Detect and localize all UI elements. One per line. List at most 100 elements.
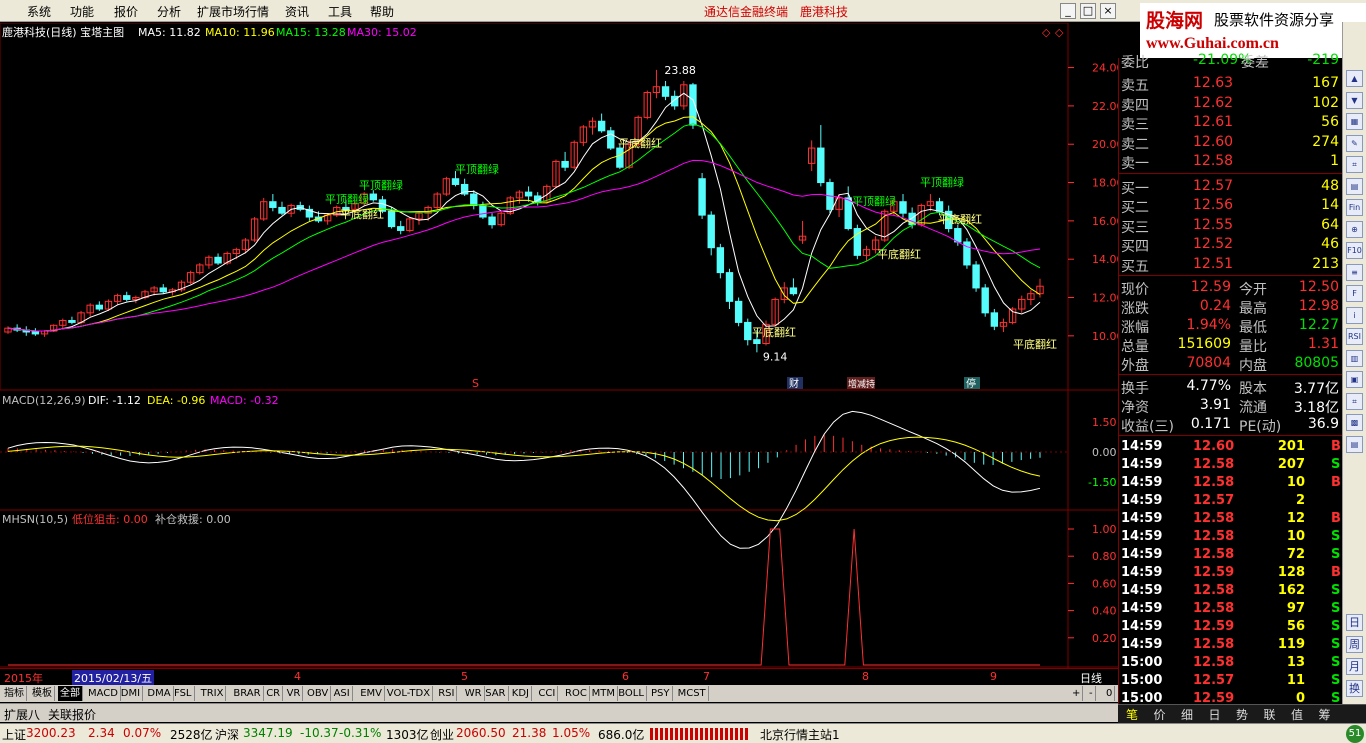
news-icon[interactable]: ≡ [1346,263,1363,281]
indicator-tab[interactable]: VOL-TDX [385,686,434,701]
report-icon[interactable]: ▣ [1346,371,1363,388]
indicator-tab[interactable]: MTM [590,686,618,701]
mhsn-fill: 补仓救援: 0.00 [155,512,231,526]
indicator-tab[interactable]: ASI [332,686,353,701]
maximize-button[interactable]: □ [1080,3,1096,19]
diamond-icon[interactable]: ◇ [1042,26,1051,39]
server-name[interactable]: 北京行情主站1 [760,726,840,743]
indicator-tab[interactable]: BOLL [616,686,647,701]
menu-analysis[interactable]: 分析 [157,3,181,20]
quote-tab[interactable]: 值 [1291,706,1303,723]
quote-tab[interactable]: 细 [1181,706,1193,723]
indicator-tab[interactable]: DMA [145,686,174,701]
quote-tab[interactable]: 筹 [1319,706,1331,723]
indicator-tab[interactable]: MACD [86,686,121,701]
indicator-tab[interactable]: 模板 [30,686,55,701]
macd-ytick: -1.50 [1088,476,1116,489]
indicator-tab[interactable]: MCST [676,686,709,701]
indicator-tab[interactable]: DMI [119,686,144,701]
period-side-button[interactable]: 换 [1346,680,1363,697]
indicator-tab[interactable]: FSL [172,686,195,701]
tick-price: 12.59 [1193,619,1235,634]
connection-badge[interactable]: 51 [1346,725,1364,743]
tab-control-button[interactable]: + [1070,686,1084,701]
period-side-button[interactable]: 月 [1346,658,1363,675]
i-icon[interactable]: i [1346,306,1363,324]
tick-row: 14:59 12.58 119 S [1119,636,1343,654]
pen-icon[interactable]: ✎ [1346,134,1363,152]
chart-icon[interactable]: ⌗ [1346,156,1363,173]
menu-news[interactable]: 资讯 [285,3,309,20]
fin-icon[interactable]: Fin [1346,199,1363,216]
settings-icon[interactable]: ◇ [1055,26,1064,39]
indicator-tab[interactable]: WR [463,686,485,701]
tick-side: S [1331,655,1341,670]
list-icon[interactable]: ▤ [1346,177,1363,195]
quote-tab[interactable]: 联 [1264,706,1276,723]
indicator-tab[interactable]: ROC [563,686,590,701]
macd-icon[interactable]: ▩ [1346,414,1363,431]
marker-finance[interactable]: 财 [789,377,799,390]
tab-control-button[interactable]: 0 [1104,686,1116,701]
candle-body [269,201,277,208]
ytick-label: 16.00 [1092,215,1118,228]
tick-volume: 201 [1277,439,1305,454]
ytick-label: 24.00 [1092,62,1118,75]
indicator-tab[interactable]: CCI [536,686,559,701]
kline-chart-area[interactable]: 鹿港科技(日线) 宝塔主图 MA5: 11.82 MA10: 11.96 MA1… [0,23,1118,668]
indicator-tab[interactable]: 指标 [2,686,27,701]
arrow-down-icon[interactable]: ▼ [1346,91,1363,109]
indicator-tab[interactable]: PSY [649,686,673,701]
buy-level-row: 买四 12.52 46 [1119,235,1343,255]
period-side-button[interactable]: 日 [1346,614,1363,631]
indicator-tab[interactable]: VR [285,686,304,701]
ytick-label: 10.00 [1092,330,1118,343]
expand-tab[interactable]: 扩展八 [4,706,40,723]
menu-function[interactable]: 功能 [70,3,94,20]
tick-side: S [1331,457,1341,472]
period-label[interactable]: 日线 [1080,670,1102,686]
quote-tab[interactable]: 价 [1154,706,1166,723]
indicator-tab[interactable]: OBV [305,686,332,701]
menu-help[interactable]: 帮助 [370,3,394,20]
quote-tab[interactable]: 日 [1209,706,1221,723]
tab-control-button[interactable]: - [1087,686,1096,701]
note-icon[interactable]: ▤ [1346,435,1363,453]
close-button[interactable]: × [1100,3,1116,19]
quote-tab[interactable]: 势 [1236,706,1248,723]
indicator-tab[interactable]: CR [264,686,284,701]
indicator-tab[interactable]: SAR [483,686,509,701]
menu-system[interactable]: 系统 [27,3,51,20]
marker-holding-change[interactable]: 增减持 [848,378,875,390]
indicator-tab[interactable]: 全部 [58,686,83,701]
indicator-tab[interactable]: RSI [436,686,458,701]
indicator-tab[interactable]: KDJ [510,686,533,701]
rsi-icon[interactable]: RSI [1346,328,1363,345]
indicator-tab[interactable]: BRAR [231,686,264,701]
tick-row: 14:59 12.58 10 B [1119,474,1343,492]
fund-label: 流通 [1239,400,1267,416]
minimize-button[interactable]: _ [1060,3,1076,19]
stat-row: 总量 151609 量比 1.31 [1119,335,1343,355]
quote-tab[interactable]: 笔 [1126,706,1138,723]
f10-icon[interactable]: F10 [1346,242,1363,259]
level-label: 买一 [1121,180,1149,197]
marker-s[interactable]: S [472,377,479,390]
activity-bar [650,728,750,740]
level-price: 12.60 [1193,133,1234,150]
period-side-button[interactable]: 周 [1346,636,1363,653]
level-price: 12.62 [1193,94,1234,111]
arrow-up-icon[interactable]: ▲ [1346,70,1363,87]
related-quote-tab[interactable]: 关联报价 [48,706,96,723]
zoom-icon[interactable]: ⊕ [1346,220,1363,238]
menu-ext-market[interactable]: 扩展市场行情 [197,3,269,20]
f-icon[interactable]: F [1346,285,1363,302]
grid-icon[interactable]: ▦ [1346,113,1363,130]
menu-tools[interactable]: 工具 [328,3,352,20]
marker-suspend[interactable]: 停 [966,377,976,390]
indicator-tab[interactable]: TRIX [199,686,227,701]
chart2-icon[interactable]: ⌗ [1346,392,1363,410]
bar-icon[interactable]: ▥ [1346,349,1363,367]
menu-quote[interactable]: 报价 [114,3,138,20]
indicator-tab[interactable]: EMV [358,686,385,701]
